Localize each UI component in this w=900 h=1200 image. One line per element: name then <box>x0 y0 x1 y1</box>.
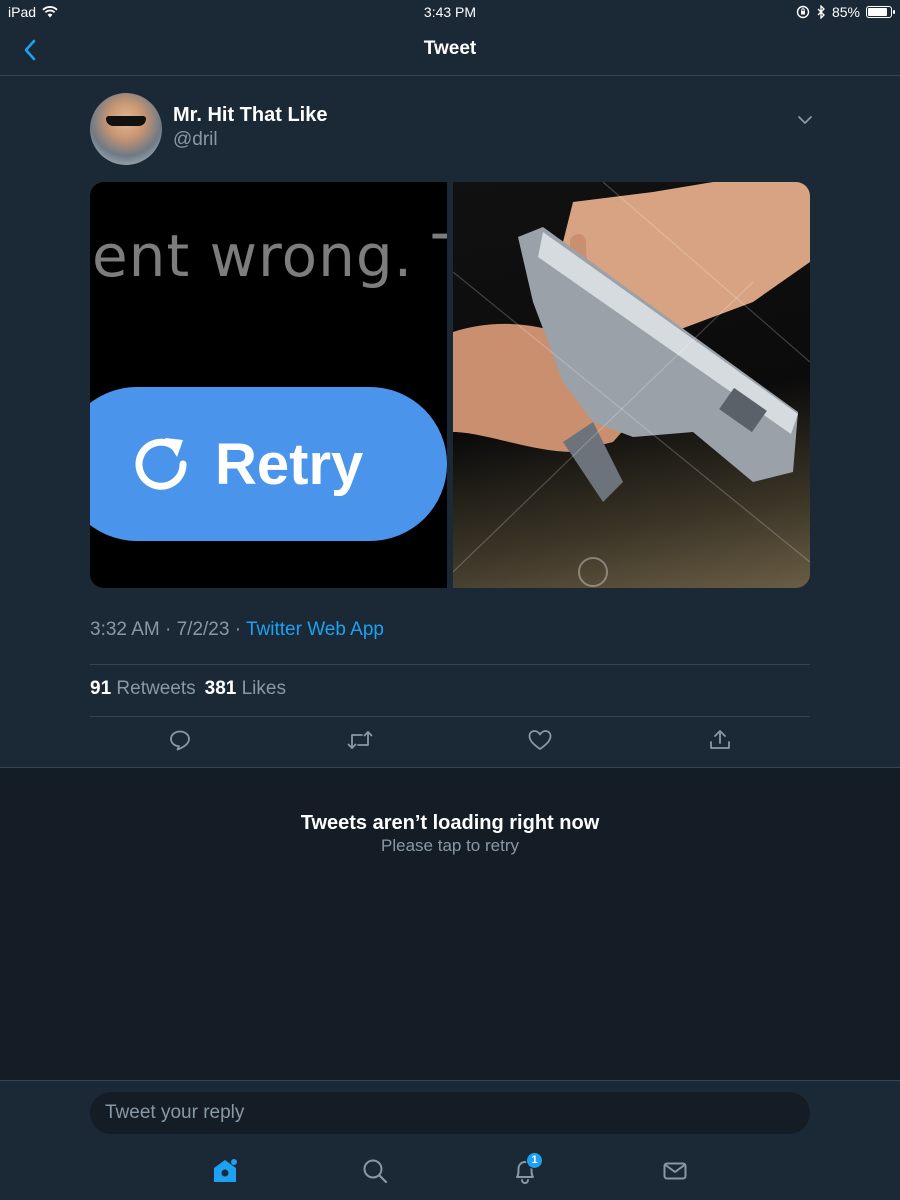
avatar[interactable] <box>90 93 162 165</box>
tweet-timestamp: 3:32 AM · 7/2/23 · <box>90 619 246 640</box>
battery-level <box>868 8 887 16</box>
status-bar-right: 85% <box>796 4 895 20</box>
retweet-label: Retweets <box>116 678 196 699</box>
likes-stat[interactable]: 381 Likes <box>205 678 286 700</box>
author-name[interactable]: Mr. Hit That Like <box>173 104 327 127</box>
reply-icon <box>170 730 190 751</box>
search-icon <box>363 1159 388 1184</box>
retweets-stat[interactable]: 91 Retweets <box>90 678 196 700</box>
page-title: Tweet <box>423 38 477 59</box>
tab-notifications[interactable]: 1 <box>508 1152 543 1188</box>
empty-state-title[interactable]: Tweets aren’t loading right now <box>0 812 900 835</box>
image-retry-label: Retry <box>215 431 364 497</box>
battery-percent: 85% <box>831 4 860 20</box>
tweet-metadata: 3:32 AM · 7/2/23 · Twitter Web App <box>90 619 384 641</box>
retweet-count: 91 <box>90 678 112 699</box>
avatar-sunglasses <box>106 116 146 126</box>
tweet-media: ent wrong. T Retry <box>90 182 810 588</box>
like-count: 381 <box>204 678 237 699</box>
mail-icon <box>663 1162 687 1180</box>
retweet-button[interactable] <box>346 726 374 754</box>
replies-empty-state[interactable]: Tweets aren’t loading right now Please t… <box>0 768 900 1080</box>
retweet-icon <box>347 731 373 749</box>
tab-bar: 1 <box>0 1150 900 1194</box>
refresh-icon <box>135 438 187 490</box>
tab-search[interactable] <box>358 1154 392 1188</box>
battery-icon <box>866 6 895 18</box>
heart-icon <box>528 730 552 750</box>
like-button[interactable] <box>526 726 554 754</box>
reply-button[interactable] <box>166 726 194 754</box>
tweet-stats: 91 Retweets 381 Likes <box>90 678 286 700</box>
notification-badge: 1 <box>526 1152 543 1169</box>
tab-messages[interactable] <box>658 1154 692 1188</box>
share-icon <box>710 730 730 749</box>
divider <box>90 716 810 717</box>
bluetooth-icon <box>817 5 825 19</box>
divider <box>90 664 810 665</box>
status-bar-time: 3:43 PM <box>423 4 477 20</box>
home-icon <box>214 1159 237 1182</box>
author-handle: @dril <box>173 129 218 150</box>
photo-illustration <box>453 182 810 587</box>
navigation-bar: Tweet <box>0 24 900 76</box>
chevron-down-icon[interactable] <box>794 109 816 131</box>
reply-input[interactable] <box>90 1092 810 1134</box>
image-error-text: ent wrong. T <box>92 222 447 290</box>
media-image-photo[interactable] <box>453 182 810 588</box>
tweet-source-link[interactable]: Twitter Web App <box>246 619 384 640</box>
share-button[interactable] <box>706 726 734 754</box>
empty-state-subtitle[interactable]: Please tap to retry <box>0 836 900 856</box>
media-image-error-screenshot[interactable]: ent wrong. T Retry <box>90 182 447 588</box>
image-retry-pill: Retry <box>90 387 447 541</box>
like-label: Likes <box>241 678 286 699</box>
status-bar: iPad 3:43 PM 85% <box>0 0 900 24</box>
tab-home[interactable] <box>208 1154 242 1188</box>
rotation-lock-icon <box>796 5 810 19</box>
tweet-detail: Mr. Hit That Like @dril ent wrong. T Ret… <box>0 76 900 768</box>
tweet-actions <box>90 726 810 758</box>
